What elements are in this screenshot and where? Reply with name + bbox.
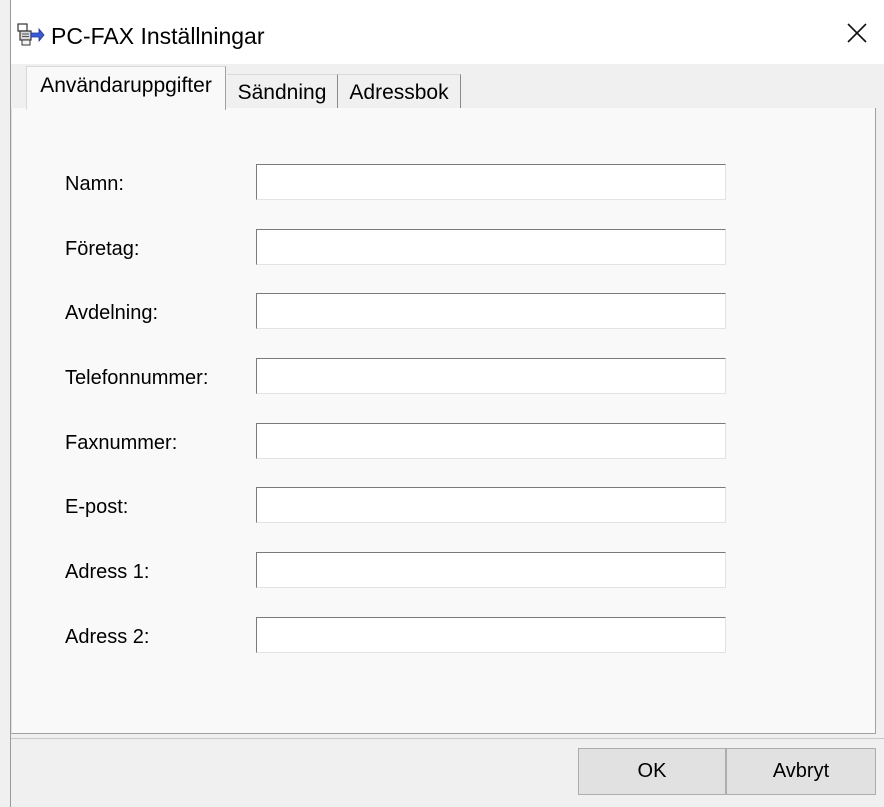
title-bar: PC-FAX Inställningar: [11, 0, 884, 64]
company-label: Företag:: [65, 238, 140, 260]
close-button[interactable]: [829, 6, 884, 64]
ok-button[interactable]: OK: [578, 748, 726, 795]
department-field[interactable]: [256, 293, 726, 329]
pc-fax-icon: [17, 22, 45, 48]
close-icon: [846, 22, 868, 49]
cancel-button[interactable]: Avbryt: [726, 748, 876, 795]
tab-adressbok[interactable]: Adressbok: [338, 74, 461, 110]
address1-field[interactable]: [256, 552, 726, 588]
phone-label: Telefonnummer:: [65, 367, 209, 389]
address2-label: Adress 2:: [65, 626, 150, 648]
tab-anvandaruppgifter[interactable]: Användaruppgifter: [26, 66, 226, 110]
company-field[interactable]: [256, 229, 726, 265]
user-info-panel: Namn: Företag: Avdelning: Telefonnummer:…: [11, 108, 876, 734]
email-label: E-post:: [65, 496, 129, 518]
pc-fax-settings-dialog: PC-FAX Inställningar Användaruppgifter S…: [10, 0, 884, 807]
tab-sandning[interactable]: Sändning: [227, 74, 338, 110]
fax-label: Faxnummer:: [65, 432, 178, 454]
fax-field[interactable]: [256, 423, 726, 459]
window-title: PC-FAX Inställningar: [51, 23, 265, 49]
department-label: Avdelning:: [65, 302, 159, 324]
email-field[interactable]: [256, 487, 726, 523]
address1-label: Adress 1:: [65, 561, 150, 583]
address2-field[interactable]: [256, 617, 726, 653]
phone-field[interactable]: [256, 358, 726, 394]
name-field[interactable]: [256, 164, 726, 200]
footer-divider: [11, 738, 884, 739]
name-label: Namn:: [65, 173, 124, 195]
